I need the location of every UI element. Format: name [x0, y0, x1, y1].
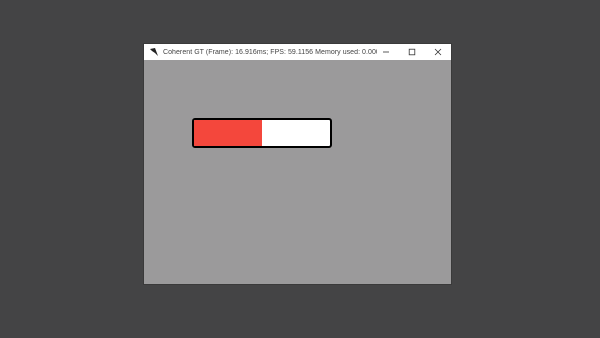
close-icon — [434, 48, 442, 56]
coherent-logo-icon — [149, 47, 159, 57]
minimize-icon — [383, 51, 389, 53]
progress-fill — [194, 120, 262, 146]
window-title: Coherent GT (Frame): 16.916ms; FPS: 59.1… — [163, 48, 377, 56]
window-controls — [373, 44, 451, 60]
title-bar[interactable]: Coherent GT (Frame): 16.916ms; FPS: 59.1… — [144, 44, 451, 60]
maximize-button[interactable] — [399, 44, 425, 60]
desktop: Coherent GT (Frame): 16.916ms; FPS: 59.1… — [0, 0, 600, 338]
maximize-icon — [408, 48, 416, 56]
app-window: Coherent GT (Frame): 16.916ms; FPS: 59.1… — [144, 44, 451, 284]
close-button[interactable] — [425, 44, 451, 60]
progress-bar — [192, 118, 332, 148]
minimize-button[interactable] — [373, 44, 399, 60]
client-area — [144, 60, 451, 284]
